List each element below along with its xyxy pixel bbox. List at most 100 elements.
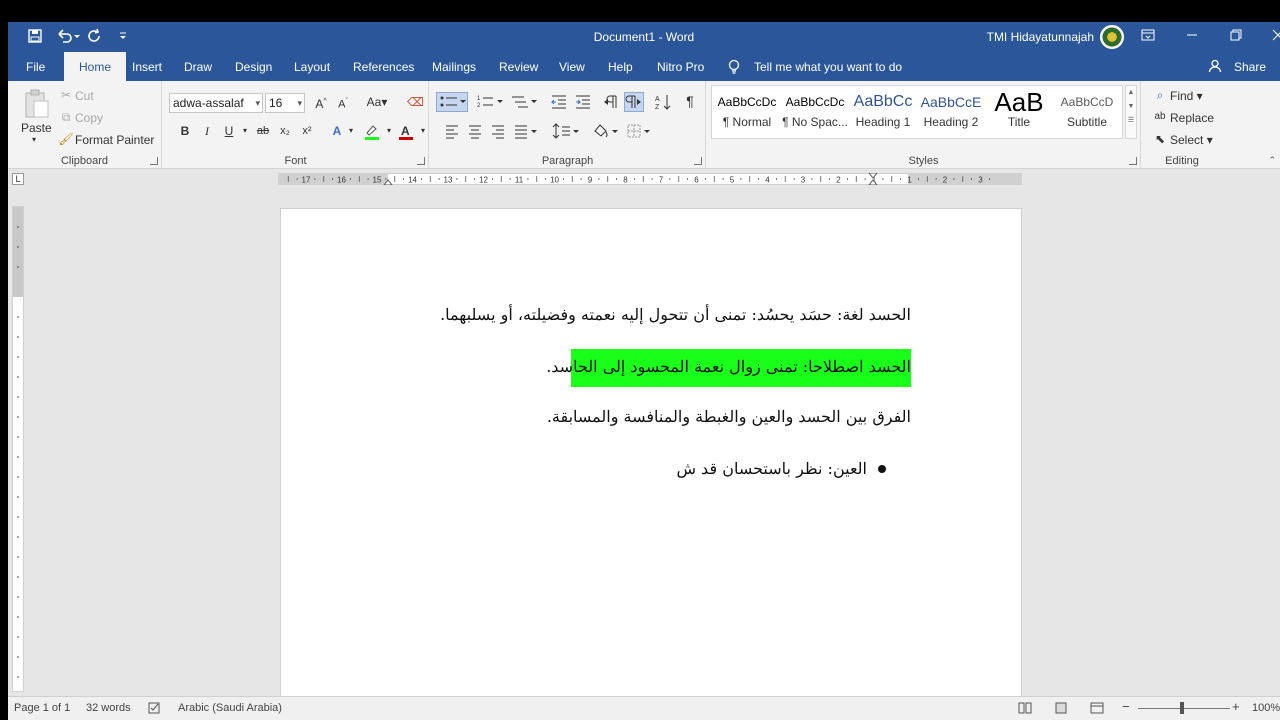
page-count[interactable]: Page 1 of 1 xyxy=(14,702,70,714)
cut-button[interactable]: Cut xyxy=(75,89,94,103)
style-title[interactable]: AaB Title xyxy=(985,89,1053,137)
close-icon[interactable] xyxy=(1256,22,1280,52)
tab-selector[interactable]: L xyxy=(12,173,24,185)
document-page[interactable]: الحسد لغة: حسَد يحسُد: تمنى أن تتحول إلي… xyxy=(280,208,1022,708)
format-painter-button[interactable]: Format Painter xyxy=(75,133,154,147)
find-button[interactable]: Find ▾ xyxy=(1170,89,1203,103)
user-name[interactable]: TMI Hidayatunnajah xyxy=(987,30,1094,44)
superscript-button[interactable]: x² xyxy=(299,123,315,139)
tab-review[interactable]: Review xyxy=(495,52,542,81)
style-heading-1[interactable]: AaBbCc Heading 1 xyxy=(849,89,917,137)
select-button[interactable]: Select ▾ xyxy=(1170,133,1213,147)
highlight-color-icon[interactable] xyxy=(363,123,381,141)
bold-button[interactable]: B xyxy=(177,123,193,139)
font-color-icon[interactable]: A xyxy=(397,123,415,141)
word-count[interactable]: 32 words xyxy=(86,702,131,714)
tab-home[interactable]: Home xyxy=(64,52,126,81)
bullets-button[interactable] xyxy=(436,92,468,112)
tab-file[interactable]: File xyxy=(22,52,49,81)
style-heading-2[interactable]: AaBbCcE Heading 2 xyxy=(917,89,985,137)
tab-help[interactable]: Help xyxy=(604,52,637,81)
paragraph-2[interactable]: الحسد اصطلاحا: تمنى زوال نعمة المحسود إل… xyxy=(546,357,911,376)
language-indicator[interactable]: Arabic (Saudi Arabia) xyxy=(178,702,282,714)
collapse-ribbon-icon[interactable]: ⌃ xyxy=(1268,155,1276,166)
undo-icon[interactable] xyxy=(54,28,82,46)
tab-draw[interactable]: Draw xyxy=(180,52,216,81)
tab-view[interactable]: View xyxy=(555,52,589,81)
print-layout-icon[interactable] xyxy=(1054,702,1068,717)
minimize-icon[interactable] xyxy=(1170,22,1214,52)
bullet-item[interactable]: العين: نظر باستحسان قد ش xyxy=(676,459,867,478)
tab-insert[interactable]: Insert xyxy=(128,52,166,81)
zoom-out-button[interactable]: − xyxy=(1122,699,1130,714)
avatar[interactable] xyxy=(1100,25,1124,49)
chevron-down-icon[interactable]: ▾ xyxy=(415,123,431,139)
styles-launcher-icon[interactable] xyxy=(1129,157,1137,165)
vertical-ruler[interactable] xyxy=(12,206,24,692)
share-button[interactable]: Share xyxy=(1234,52,1266,81)
show-marks-icon[interactable]: ¶ xyxy=(682,93,698,109)
chevron-down-icon[interactable]: ▾ xyxy=(343,123,359,139)
align-left-icon[interactable] xyxy=(444,123,460,144)
ribbon-display-icon[interactable] xyxy=(1126,22,1170,52)
align-center-icon[interactable] xyxy=(467,123,483,144)
paragraph-3[interactable]: الفرق بين الحسد والعين والغبطة والمنافسة… xyxy=(547,407,911,426)
more-styles-icon[interactable]: ☰ xyxy=(1126,114,1136,128)
line-spacing-icon[interactable] xyxy=(552,123,580,144)
font-size-select[interactable]: 16 ▾ xyxy=(265,93,305,113)
style-normal[interactable]: AaBbCcDc ¶ Normal xyxy=(713,89,781,137)
read-mode-icon[interactable] xyxy=(1018,702,1032,717)
tab-mailings[interactable]: Mailings xyxy=(428,52,480,81)
borders-icon[interactable] xyxy=(626,123,654,144)
grow-font-icon[interactable]: A^ xyxy=(313,94,329,111)
restore-icon[interactable] xyxy=(1214,22,1258,52)
zoom-slider-track[interactable] xyxy=(1138,708,1230,709)
numbering-button[interactable]: 12 xyxy=(476,93,504,116)
save-icon[interactable] xyxy=(26,28,44,46)
tab-design[interactable]: Design xyxy=(231,52,276,81)
tab-layout[interactable]: Layout xyxy=(290,52,334,81)
clear-formatting-icon[interactable]: ⌫ xyxy=(407,94,424,110)
tab-references[interactable]: References xyxy=(349,52,418,81)
justify-icon[interactable] xyxy=(513,123,539,144)
sort-icon[interactable]: AZ xyxy=(654,93,672,116)
copy-button[interactable]: Copy xyxy=(75,111,103,125)
zoom-level[interactable]: 100% xyxy=(1252,702,1280,714)
style-no-spacing[interactable]: AaBbCcDc ¶ No Spac... xyxy=(781,89,849,137)
increase-indent-icon[interactable] xyxy=(574,93,592,116)
chevron-down-icon[interactable]: ▾ xyxy=(237,123,253,139)
paragraph-launcher-icon[interactable] xyxy=(694,157,702,165)
ltr-direction-icon[interactable] xyxy=(602,93,620,116)
multilevel-list-button[interactable] xyxy=(510,93,538,116)
redo-icon[interactable] xyxy=(86,28,104,46)
web-layout-icon[interactable] xyxy=(1090,702,1104,717)
shrink-font-icon[interactable]: Aˇ xyxy=(335,94,351,111)
chevron-down-icon[interactable]: ▼ xyxy=(1126,100,1136,114)
underline-button[interactable]: U xyxy=(221,123,237,139)
font-launcher-icon[interactable] xyxy=(417,157,425,165)
tell-me-search[interactable]: Tell me what you want to do xyxy=(754,52,902,81)
style-subtitle[interactable]: AaBbCcD Subtitle xyxy=(1053,89,1121,137)
chevron-up-icon[interactable]: ▲ xyxy=(1126,86,1136,100)
replace-button[interactable]: Replace xyxy=(1170,111,1214,125)
font-family-select[interactable]: adwa-assalaf ▾ xyxy=(169,93,263,113)
styles-scroll[interactable]: ▲ ▼ ☰ xyxy=(1125,85,1137,139)
tab-nitro-pro[interactable]: Nitro Pro xyxy=(653,52,708,81)
zoom-in-button[interactable]: + xyxy=(1232,699,1240,714)
decrease-indent-icon[interactable] xyxy=(550,93,568,116)
zoom-slider-thumb[interactable] xyxy=(1180,702,1184,714)
paragraph-1[interactable]: الحسد لغة: حسَد يحسُد: تمنى أن تتحول إلي… xyxy=(440,305,911,324)
customize-qat-icon[interactable] xyxy=(114,28,132,46)
subscript-button[interactable]: x₂ xyxy=(277,123,293,139)
ruler-marks[interactable]: 17 16 15 14 13 12 11 10 9 8 7 6 5 4 3 2 1 1 2 3 xyxy=(278,173,1022,185)
clipboard-launcher-icon[interactable] xyxy=(150,157,158,165)
rtl-direction-icon[interactable] xyxy=(624,92,644,112)
proofing-icon[interactable] xyxy=(148,702,162,717)
strikethrough-button[interactable]: ab xyxy=(255,123,271,139)
shading-icon[interactable] xyxy=(592,123,626,144)
italic-button[interactable]: I xyxy=(199,123,215,139)
chevron-down-icon[interactable]: ▾ xyxy=(381,123,397,139)
paste-button[interactable]: Paste ▾ xyxy=(18,87,54,144)
change-case-icon[interactable]: Aa▾ xyxy=(365,94,389,110)
align-right-icon[interactable] xyxy=(490,123,506,144)
